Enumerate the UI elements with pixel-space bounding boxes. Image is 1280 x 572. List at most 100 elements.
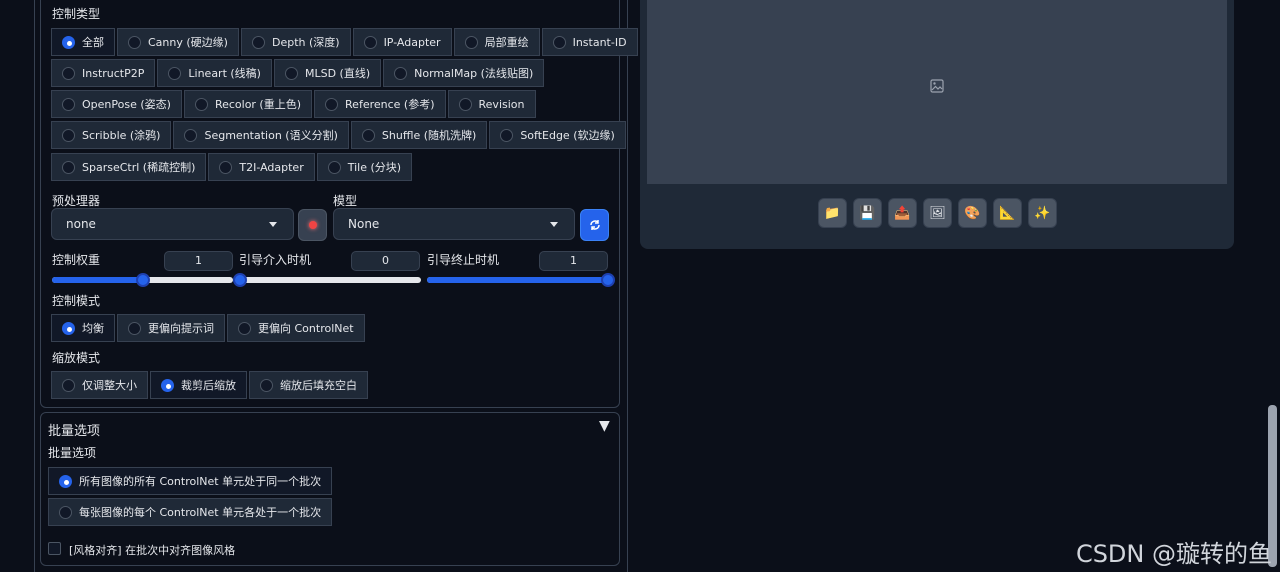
image-placeholder-icon [930, 79, 944, 93]
radio-circle-icon [184, 128, 198, 142]
slider-fill [427, 277, 608, 283]
radio-label: SparseCtrl (稀疏控制) [82, 161, 196, 174]
batch-option-row: 所有图像的所有 ControlNet 单元处于同一个批次 [48, 467, 334, 495]
radio-control-type-4-1[interactable]: T2I-Adapter [208, 153, 315, 181]
model-value: None [348, 217, 380, 231]
preprocessor-label: 预处理器 [52, 194, 101, 208]
radio-circle-icon [325, 97, 339, 111]
radio-control-type-3-2[interactable]: Shuffle (随机洗牌) [350, 121, 488, 149]
batch-options-title[interactable]: 批量选项 [48, 420, 100, 439]
radio-control-type-3-1[interactable]: Segmentation (语义分割) [173, 121, 349, 149]
radio-resize-mode-1[interactable]: 裁剪后缩放 [150, 371, 247, 399]
radio-control-type-1-2[interactable]: MLSD (直线) [273, 59, 382, 87]
radio-circle-icon [260, 378, 273, 392]
radio-control-mode-1[interactable]: 更偏向提示词 [117, 314, 225, 342]
preprocessor-dropdown[interactable]: none [51, 208, 294, 240]
radio-control-type-0-4[interactable]: 局部重绘 [453, 28, 540, 56]
radio-label: T2I-Adapter [239, 160, 304, 174]
radio-control-type-1-1[interactable]: Lineart (线稿) [157, 59, 272, 87]
sparkle-button[interactable]: ✨ [1028, 198, 1057, 228]
radio-label: InstructP2P [82, 66, 145, 80]
radio-circle-icon [62, 378, 75, 392]
ruler-button[interactable]: 📐 [993, 198, 1022, 228]
end-step-slider[interactable] [427, 273, 615, 287]
run-preprocessor-button[interactable] [298, 209, 327, 241]
radio-control-type-0-3[interactable]: IP-Adapter [352, 28, 452, 56]
batch-options-sublabel: 批量选项 [48, 446, 97, 460]
style-align-checkbox[interactable] [48, 542, 61, 555]
radio-label: Tile (分块) [347, 161, 402, 174]
radio-circle-icon [168, 66, 182, 80]
save-icon: 💾 [859, 205, 876, 221]
radio-batch-option-1[interactable]: 每张图像的每个 ControlNet 单元各处于一个批次 [48, 498, 333, 526]
radio-label: NormalMap (法线贴图) [414, 67, 534, 80]
radio-circle-icon [194, 97, 208, 111]
radio-batch-option-0[interactable]: 所有图像的所有 ControlNet 单元处于同一个批次 [48, 467, 333, 495]
radio-control-type-4-2[interactable]: Tile (分块) [316, 153, 413, 181]
radio-label: OpenPose (姿态) [82, 98, 171, 111]
radio-control-type-1-3[interactable]: NormalMap (法线贴图) [383, 59, 545, 87]
radio-control-type-0-1[interactable]: Canny (硬边缘) [117, 28, 239, 56]
palette-icon: 🎨 [964, 205, 981, 221]
chevron-down-icon [550, 222, 558, 227]
collapse-toggle-icon[interactable]: ▼ [599, 418, 610, 434]
control-type-row: OpenPose (姿态) Recolor (重上色) Reference (参考)… [51, 90, 538, 118]
image-button[interactable]: 🖼 [923, 198, 952, 228]
start-step-label: 引导介入时机 [239, 253, 312, 267]
refresh-models-button[interactable] [580, 209, 609, 241]
radio-label: Segmentation (语义分割) [204, 129, 338, 142]
end-step-input[interactable]: 1 [539, 251, 608, 271]
transfer-button[interactable]: 📤 [888, 198, 917, 228]
batch-option-row: 每张图像的每个 ControlNet 单元各处于一个批次 [48, 498, 334, 526]
watermark: CSDN @璇转的鱼 [1075, 540, 1272, 568]
radio-resize-mode-0[interactable]: 仅调整大小 [51, 371, 148, 399]
radio-circle-icon [552, 35, 566, 49]
radio-label: Scribble (涂鸦) [82, 129, 161, 142]
radio-circle-icon [128, 321, 141, 335]
style-align-label: [风格对齐] 在批次中对齐图像风格 [69, 544, 236, 557]
radio-circle-icon [219, 160, 233, 174]
radio-control-type-4-0[interactable]: SparseCtrl (稀疏控制) [51, 153, 207, 181]
radio-control-type-2-2[interactable]: Reference (参考) [314, 90, 446, 118]
control-weight-slider[interactable] [52, 273, 233, 287]
radio-circle-icon [62, 321, 75, 335]
radio-control-type-3-0[interactable]: Scribble (涂鸦) [51, 121, 172, 149]
save-button[interactable]: 💾 [853, 198, 882, 228]
control-type-row: Scribble (涂鸦) Segmentation (语义分割) Shuffle … [51, 121, 628, 149]
radio-circle-icon [363, 35, 377, 49]
folder-icon: 📁 [824, 205, 841, 221]
radio-control-type-1-0[interactable]: InstructP2P [51, 59, 156, 87]
radio-control-type-0-2[interactable]: Depth (深度) [240, 28, 351, 56]
slider-thumb[interactable] [135, 273, 150, 287]
model-dropdown[interactable]: None [333, 208, 575, 240]
radio-label: Recolor (重上色) [214, 98, 302, 111]
radio-control-type-2-1[interactable]: Recolor (重上色) [183, 90, 313, 118]
slider-thumb[interactable] [233, 273, 247, 287]
radio-circle-icon [62, 160, 75, 174]
radio-label: Shuffle (随机洗牌) [381, 129, 477, 142]
resize-mode-label: 缩放模式 [52, 351, 101, 365]
control-mode-radio-group: 均衡 更偏向提示词 更偏向 ControlNet [51, 314, 367, 342]
radio-control-type-2-0[interactable]: OpenPose (姿态) [51, 90, 182, 118]
chevron-down-icon [269, 222, 277, 227]
control-weight-input[interactable]: 1 [164, 251, 233, 271]
radio-control-mode-0[interactable]: 均衡 [51, 314, 115, 342]
radio-control-type-2-3[interactable]: Revision [447, 90, 536, 118]
start-step-input[interactable]: 0 [351, 251, 420, 271]
folder-button[interactable]: 📁 [818, 198, 847, 228]
explosion-icon [308, 221, 317, 229]
palette-button[interactable]: 🎨 [958, 198, 987, 228]
resize-mode-radio-group: 仅调整大小 裁剪后缩放 缩放后填充空白 [51, 371, 370, 399]
slider-thumb[interactable] [601, 273, 615, 287]
radio-control-type-0-5[interactable]: Instant-ID [541, 28, 638, 56]
radio-circle-icon [394, 66, 408, 80]
radio-circle-icon [327, 160, 341, 174]
radio-control-mode-2[interactable]: 更偏向 ControlNet [227, 314, 365, 342]
radio-control-type-0-0[interactable]: 全部 [51, 28, 115, 56]
start-step-slider[interactable] [233, 273, 421, 287]
control-type-row: SparseCtrl (稀疏控制) T2I-Adapter Tile (分块) [51, 153, 414, 181]
radio-control-type-3-3[interactable]: SoftEdge (软边缘) [489, 121, 626, 149]
radio-circle-icon [62, 66, 75, 80]
radio-resize-mode-2[interactable]: 缩放后填充空白 [249, 371, 368, 399]
image-icon: 🖼 [929, 205, 946, 221]
